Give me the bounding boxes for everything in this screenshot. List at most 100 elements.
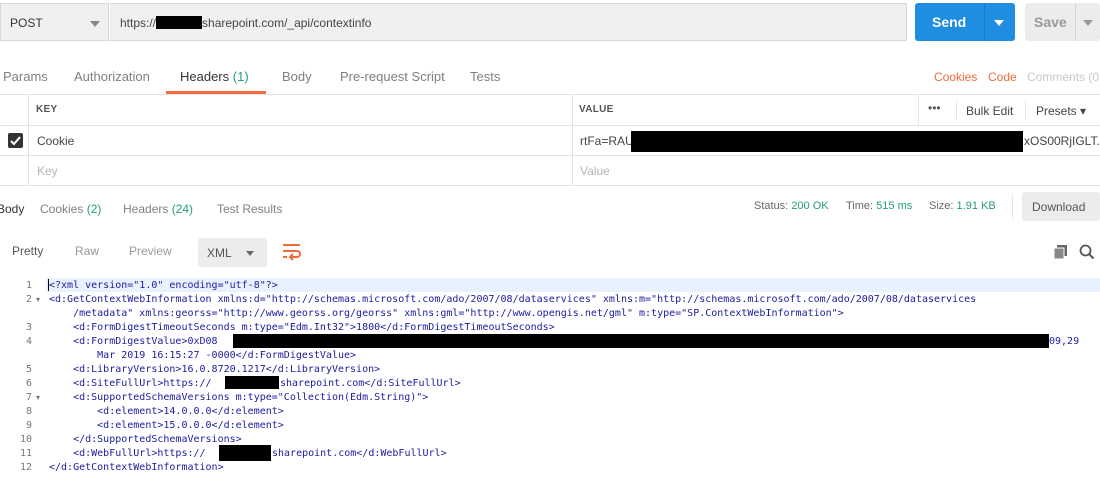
bulk-edit-link[interactable]: Bulk Edit bbox=[966, 104, 1013, 118]
table-col-divider bbox=[28, 94, 29, 185]
save-divider bbox=[1075, 3, 1076, 41]
save-label: Save bbox=[1034, 14, 1067, 30]
code-line: Mar 2019 16:15:27 -0000</d:FormDigestVal… bbox=[49, 350, 357, 361]
save-button[interactable]: Save bbox=[1025, 3, 1100, 41]
fold-arrow-icon[interactable]: ▾ bbox=[36, 295, 40, 304]
tab-headers-count: (1) bbox=[232, 69, 249, 84]
line-number: 12 bbox=[19, 462, 32, 473]
header-value-cell[interactable]: rtFa=RAU bbox=[580, 134, 634, 148]
code-line: sharepoint.com</d:SiteFullUrl> bbox=[280, 378, 461, 389]
format-preview-button[interactable]: Preview bbox=[129, 244, 172, 258]
code-line: <?xml version="1.0" encoding="utf-8"?> bbox=[49, 280, 278, 291]
table-col-divider bbox=[572, 94, 573, 185]
code-line: <d:LibraryVersion>16.0.8720.1217</d:Libr… bbox=[49, 364, 381, 375]
table-head-border bbox=[0, 125, 1100, 126]
code-line: <d:element>14.0.0.0</d:element> bbox=[49, 406, 284, 417]
table-top-border bbox=[0, 94, 1100, 95]
tab-tests[interactable]: Tests bbox=[470, 69, 500, 84]
code-link[interactable]: Code bbox=[988, 70, 1017, 84]
header-value-cell-suffix: xOS00RjIGLT.. bbox=[1024, 134, 1100, 148]
response-tab-headers-label: Headers bbox=[123, 202, 169, 216]
format-raw-button[interactable]: Raw bbox=[75, 244, 99, 258]
url-input[interactable]: https://sharepoint.com/_api/contextinfo bbox=[110, 3, 907, 41]
status-label: Status: bbox=[754, 200, 789, 212]
value-redaction bbox=[631, 131, 1023, 152]
comments-link[interactable]: Comments (0 bbox=[1027, 70, 1099, 84]
code-line: 09,29 bbox=[1049, 336, 1080, 347]
toolbar-divider bbox=[956, 101, 957, 119]
line-number: 9 bbox=[25, 420, 32, 431]
tab-headers-label: Headers bbox=[180, 69, 230, 84]
tab-body[interactable]: Body bbox=[282, 69, 312, 84]
line-number: 7 bbox=[25, 392, 32, 403]
url-text: https://sharepoint.com/_api/contextinfo bbox=[120, 16, 372, 30]
status-divider bbox=[1012, 195, 1013, 219]
tab-prerequest-script[interactable]: Pre-request Script bbox=[340, 69, 445, 84]
line-number: 4 bbox=[25, 336, 32, 347]
header-key-cell[interactable]: Cookie bbox=[37, 134, 74, 148]
size-value: 1.91 KB bbox=[956, 200, 996, 212]
check-icon bbox=[10, 136, 21, 146]
line-number: 8 bbox=[25, 406, 32, 417]
response-status: Status: 200 OK bbox=[754, 200, 829, 212]
status-value: 200 OK bbox=[791, 200, 829, 212]
format-pretty-button[interactable]: Pretty bbox=[12, 244, 43, 258]
line-number: 1 bbox=[25, 280, 32, 291]
code-line: <d:SiteFullUrl>https:// bbox=[49, 378, 212, 389]
format-type-label: XML bbox=[207, 246, 232, 260]
save-dropdown-icon[interactable] bbox=[1083, 20, 1093, 26]
web-url-redaction bbox=[219, 445, 271, 461]
download-button[interactable]: Download bbox=[1022, 192, 1100, 221]
response-tab-cookies[interactable]: Cookies (2) bbox=[40, 202, 101, 216]
line-number: 5 bbox=[25, 364, 32, 375]
response-tab-headers-count: (24) bbox=[171, 202, 194, 216]
key-placeholder-input[interactable]: Key bbox=[37, 164, 58, 178]
response-size: Size: 1.91 KB bbox=[929, 200, 996, 212]
line-number: 2 bbox=[25, 294, 32, 305]
copy-icon[interactable] bbox=[1054, 245, 1068, 259]
wrap-lines-icon[interactable] bbox=[280, 240, 304, 262]
chevron-down-icon bbox=[246, 251, 254, 256]
cookies-link[interactable]: Cookies bbox=[934, 70, 977, 84]
response-tab-headers[interactable]: Headers (24) bbox=[123, 202, 193, 216]
header-enabled-checkbox[interactable] bbox=[8, 133, 23, 148]
tab-params[interactable]: Params bbox=[3, 69, 48, 84]
presets-dropdown[interactable]: Presets ▾ bbox=[1036, 104, 1086, 118]
table-col-divider bbox=[918, 94, 919, 125]
code-line: <d:SupportedSchemaVersions m:type="Colle… bbox=[49, 392, 429, 403]
toolbar-divider bbox=[1025, 101, 1026, 119]
fold-arrow-icon[interactable]: ▾ bbox=[36, 393, 40, 402]
method-label: POST bbox=[10, 16, 43, 30]
code-line: sharepoint.com</d:WebFullUrl> bbox=[272, 448, 447, 459]
code-line: <d:FormDigestValue>0xD08 bbox=[49, 336, 218, 347]
code-line: </d:SupportedSchemaVersions> bbox=[49, 434, 242, 445]
tab-authorization[interactable]: Authorization bbox=[74, 69, 150, 84]
response-time: Time: 515 ms bbox=[846, 200, 912, 212]
line-number: 6 bbox=[25, 378, 32, 389]
tab-headers[interactable]: Headers (1) bbox=[180, 69, 249, 84]
format-type-select[interactable]: XML bbox=[198, 238, 267, 267]
send-divider bbox=[984, 3, 985, 41]
response-tab-cookies-count: (2) bbox=[86, 202, 102, 216]
line-number: 10 bbox=[19, 434, 32, 445]
table-row-border bbox=[0, 155, 1100, 156]
size-label: Size: bbox=[929, 200, 954, 212]
code-line: </d:GetContextWebInformation> bbox=[49, 462, 224, 473]
table-bottom-border bbox=[0, 185, 1100, 186]
send-dropdown-icon[interactable] bbox=[994, 20, 1004, 26]
url-redaction bbox=[156, 16, 203, 29]
send-label: Send bbox=[932, 14, 967, 30]
response-tab-test-results[interactable]: Test Results bbox=[217, 202, 282, 216]
digest-redaction bbox=[233, 334, 1049, 348]
value-placeholder-input[interactable]: Value bbox=[580, 164, 610, 178]
response-tab-body[interactable]: Body bbox=[0, 202, 24, 216]
method-select[interactable]: POST bbox=[0, 3, 109, 41]
line-number: 11 bbox=[19, 448, 32, 459]
chevron-down-icon bbox=[90, 21, 100, 27]
send-button[interactable]: Send bbox=[915, 3, 1015, 41]
search-icon[interactable] bbox=[1079, 244, 1095, 260]
more-options-icon[interactable]: ••• bbox=[928, 101, 941, 115]
download-label: Download bbox=[1032, 200, 1086, 214]
response-tab-cookies-label: Cookies bbox=[40, 202, 84, 216]
key-column-header: KEY bbox=[36, 104, 58, 115]
